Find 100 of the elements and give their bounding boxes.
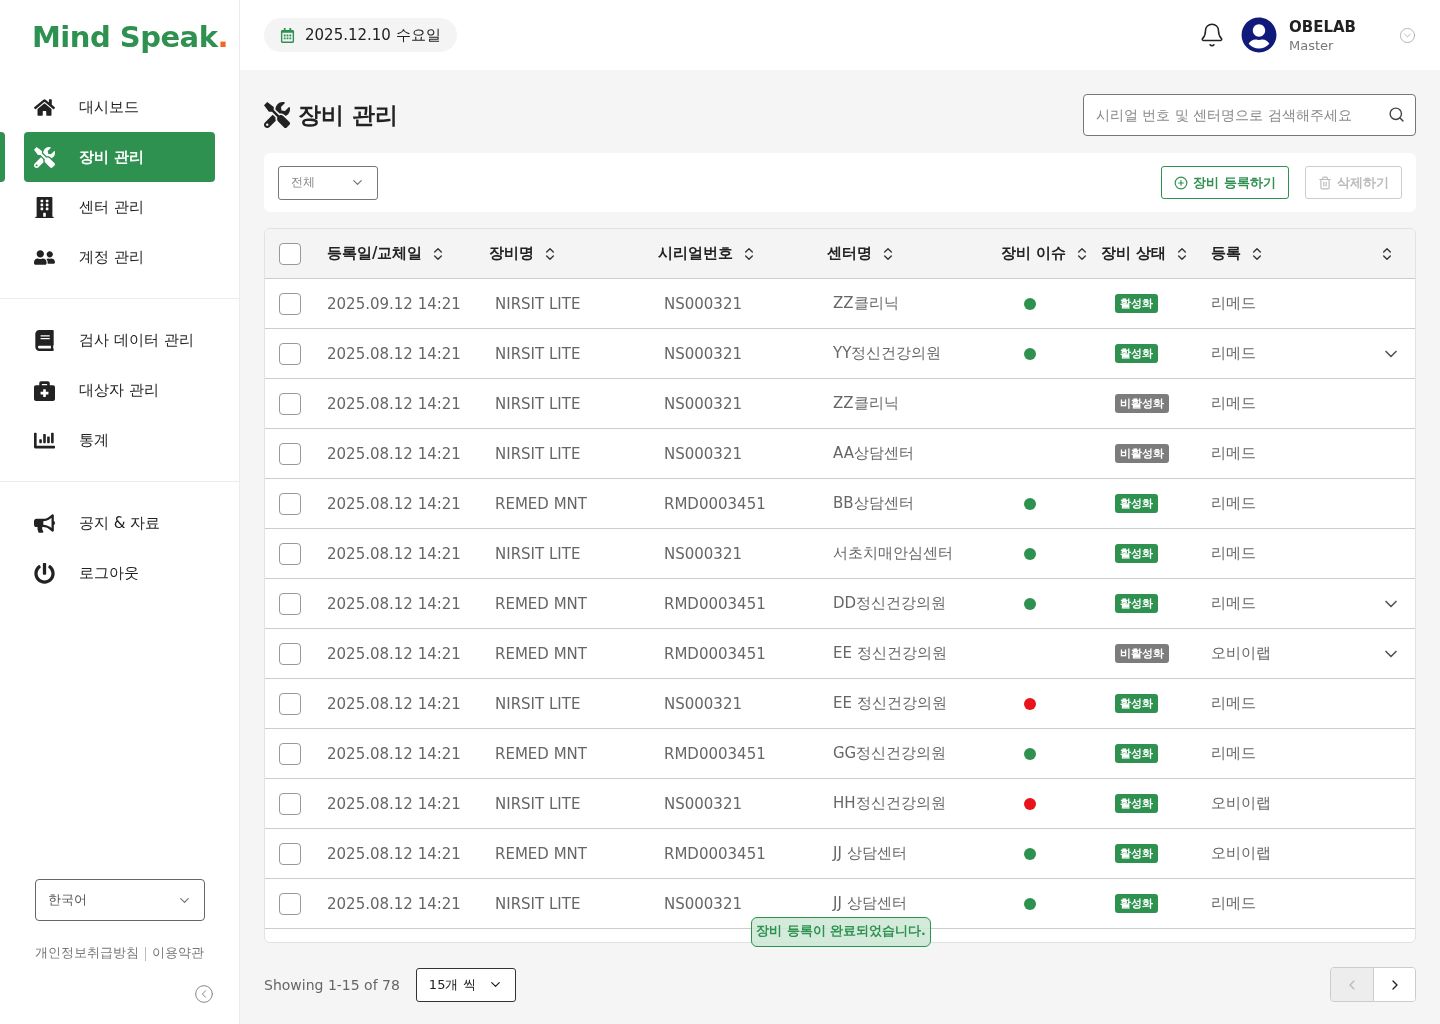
footer-link[interactable]: 이용약관: [152, 945, 204, 962]
account-menu-icon[interactable]: [1399, 26, 1416, 44]
table-cell-text: EE 정신건강의원: [833, 694, 948, 713]
row-checkbox[interactable]: [279, 542, 301, 565]
collapse-sidebar-button[interactable]: [194, 984, 214, 1004]
footer-link[interactable]: 개인정보취급방침: [35, 945, 139, 962]
table-row[interactable]: 2025.08.12 14:21 REMED MNT RMD0003451 EE 정신건강의원 비활성화 오비이랩: [265, 629, 1415, 679]
row-checkbox[interactable]: [279, 342, 301, 365]
filter-select[interactable]: 전체: [278, 165, 378, 200]
table-cell-text: RMD0003451: [664, 494, 767, 513]
status-badge: 활성화: [1115, 544, 1158, 563]
table-cell-text: 2025.08.12 14:21: [327, 394, 462, 413]
table-cell-text: 리메드: [1211, 294, 1257, 313]
table-cell-text: ZZ클리닉: [833, 294, 900, 313]
register-button[interactable]: 장비 등록하기: [1161, 166, 1289, 199]
table-row[interactable]: 2025.08.12 14:21 REMED MNT RMD0003451 BB상담센터 활성화 리메드: [265, 479, 1415, 529]
table-cell-text: 리메드: [1211, 444, 1257, 463]
search-field[interactable]: 시리얼 번호 및 센터명으로 검색해주세요: [1083, 94, 1416, 136]
active-indicator: [0, 132, 5, 182]
table-cell-text: ZZ클리닉: [833, 394, 900, 413]
table-row[interactable]: 2025.08.12 14:21 NIRSIT LITE NS000321 ZZ클리닉 비활성화 리메드: [265, 379, 1415, 429]
row-checkbox[interactable]: [279, 392, 301, 415]
table-cell-text: NS000321: [664, 544, 743, 563]
medical-case-icon: [34, 379, 55, 401]
table-row[interactable]: 2025.08.12 14:21 REMED MNT RMD0003451 JJ 상담센터 활성화 오비이랩: [265, 829, 1415, 879]
language-select[interactable]: 한국어: [34, 879, 205, 921]
table-cell-text: 2025.08.12 14:21: [327, 594, 462, 613]
table-row[interactable]: 2025.08.12 14:21 NIRSIT LITE NS000321 YY정신건강의원 활성화 리메드: [265, 329, 1415, 379]
column-header: 장비 상태: [1101, 244, 1167, 263]
sidebar-item[interactable]: 대상자 관리: [24, 365, 215, 415]
table-cell-text: 리메드: [1211, 744, 1257, 763]
sidebar-item[interactable]: 통계: [24, 415, 215, 465]
status-badge: 활성화: [1115, 844, 1158, 863]
tools-icon: [34, 146, 55, 168]
page-size-select[interactable]: 15개 씩: [415, 967, 516, 1002]
sidebar-item[interactable]: 대시보드: [24, 82, 215, 132]
user-name: OBELAB: [1289, 17, 1358, 36]
home-icon: [34, 96, 55, 118]
table-row[interactable]: 2025.08.12 14:21 REMED MNT RMD0003451 GG정신건강의원 활성화 리메드: [265, 729, 1415, 779]
sidebar-item[interactable]: 계정 관리: [24, 232, 215, 282]
table-cell-text: HH정신건강의원: [833, 794, 947, 813]
table-row[interactable]: 2025.09.12 14:21 NIRSIT LITE NS000321 ZZ클리닉 활성화 리메드: [265, 279, 1415, 329]
table-cell-text: 2025.08.12 14:21: [327, 894, 462, 913]
table-cell-text: NIRSIT LITE: [495, 894, 582, 913]
table-cell-text: GG정신건강의원: [833, 744, 948, 763]
building-icon: [34, 196, 55, 218]
table-cell-text: 2025.08.12 14:21: [327, 544, 462, 563]
row-checkbox[interactable]: [279, 292, 301, 315]
table-cell-text: NIRSIT LITE: [495, 544, 582, 563]
table-cell-text: REMED MNT: [495, 494, 588, 513]
row-checkbox[interactable]: [279, 742, 301, 765]
row-checkbox[interactable]: [279, 792, 301, 815]
table-cell-text: 2025.08.12 14:21: [327, 844, 462, 863]
table-cell-text: NS000321: [664, 694, 743, 713]
status-badge: 활성화: [1115, 894, 1158, 913]
table-cell-text: 2025.08.12 14:21: [327, 694, 462, 713]
table-row[interactable]: 2025.08.12 14:21 NIRSIT LITE NS000321 HH정신건강의원 활성화 오비이랩: [265, 779, 1415, 829]
table-cell-text: NS000321: [664, 294, 743, 313]
select-all-checkbox[interactable]: [279, 242, 301, 265]
table-row[interactable]: 2025.08.12 14:21 NIRSIT LITE NS000321 EE 정신건강의원 활성화 리메드: [265, 679, 1415, 729]
table-cell-text: AA상담센터: [833, 444, 915, 463]
sidebar-item[interactable]: 장비 관리: [24, 132, 215, 182]
table-cell-text: DD정신건강의원: [833, 594, 948, 613]
table-cell-text: BB상담센터: [833, 494, 915, 513]
column-header: 장비 이슈: [1001, 244, 1067, 263]
table-row[interactable]: 2025.08.12 14:21 REMED MNT RMD0003451 DD정신건강의원 활성화 리메드: [265, 579, 1415, 629]
row-checkbox[interactable]: [279, 492, 301, 515]
sidebar-item[interactable]: 로그아웃: [24, 548, 215, 598]
table-row[interactable]: 2025.08.12 14:21 NIRSIT LITE NS000321 서초치매안심센터 활성화 리메드: [265, 529, 1415, 579]
row-checkbox[interactable]: [279, 442, 301, 465]
table-cell-text: YY정신건강의원: [833, 344, 943, 363]
next-page-button[interactable]: [1373, 968, 1415, 1001]
row-checkbox[interactable]: [279, 642, 301, 665]
bell-icon[interactable]: [1199, 22, 1225, 48]
sidebar-item[interactable]: 검사 데이터 관리: [24, 315, 215, 365]
column-header: 등록: [1211, 244, 1241, 263]
row-checkbox[interactable]: [279, 842, 301, 865]
table-cell-text: REMED MNT: [495, 594, 588, 613]
table-cell-text: 오비이랩: [1211, 644, 1272, 663]
sidebar-item[interactable]: 공지 & 자료: [24, 498, 215, 548]
chevron-left-icon: [194, 984, 214, 1004]
table-cell-text: NIRSIT LITE: [495, 294, 582, 313]
row-checkbox[interactable]: [279, 892, 301, 915]
table-cell-text: 리메드: [1211, 594, 1257, 613]
column-header: 장비명: [489, 244, 534, 263]
table-row[interactable]: 2025.08.12 14:21 NIRSIT LITE NS000321 AA상담센터 비활성화 리메드: [265, 429, 1415, 479]
megaphone-icon: [34, 512, 55, 534]
row-checkbox[interactable]: [279, 592, 301, 615]
table-cell-text: RMD0003451: [664, 644, 767, 663]
table-cell-text: REMED MNT: [495, 844, 588, 863]
status-badge: 활성화: [1115, 594, 1158, 613]
row-checkbox[interactable]: [279, 692, 301, 715]
table-cell-text: RMD0003451: [664, 844, 767, 863]
table-cell-text: 리메드: [1211, 394, 1257, 413]
table-cell-text: 리메드: [1211, 694, 1257, 713]
plus-circle-icon: [1174, 175, 1189, 190]
table-cell-text: 2025.08.12 14:21: [327, 444, 462, 463]
table-cell-text: 2025.08.12 14:21: [327, 744, 462, 763]
trash-icon: [1318, 175, 1332, 190]
sidebar-item[interactable]: 센터 관리: [24, 182, 215, 232]
